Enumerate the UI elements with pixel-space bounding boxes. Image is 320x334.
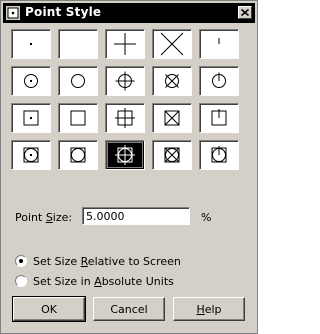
point-style-square-plus[interactable] [105, 103, 145, 133]
point-style-x[interactable] [152, 29, 192, 59]
point-style-square-circle-x[interactable] [152, 140, 192, 170]
circle-icon [71, 74, 85, 88]
point-size-row: Point Size: % [15, 206, 245, 228]
point-style-square-tick[interactable] [199, 103, 239, 133]
point-style-square-circle-dot[interactable] [11, 140, 51, 170]
point-style-square-x[interactable] [152, 103, 192, 133]
close-button[interactable] [238, 6, 252, 19]
circle-dot-icon [24, 74, 38, 88]
point-style-circle[interactable] [58, 66, 98, 96]
square-tick-icon [211, 109, 227, 126]
close-x-icon [241, 9, 249, 16]
point-style-square[interactable] [58, 103, 98, 133]
point-style-circle-plus[interactable] [105, 66, 145, 96]
tick-icon [218, 38, 220, 44]
radio-absolute-units[interactable]: Set Size in Absolute Units [15, 274, 235, 290]
dot-icon [30, 43, 32, 45]
radio-relative-to-screen[interactable]: Set Size Relative to Screen [15, 254, 235, 270]
point-style-square-circle-tick[interactable] [199, 140, 239, 170]
plus-icon [114, 33, 136, 55]
ok-button[interactable]: OK [12, 296, 86, 322]
point-size-label: Point Size: [15, 211, 73, 224]
circle-x-icon [165, 74, 179, 88]
point-style-none[interactable] [58, 29, 98, 59]
window-title: Point Style [25, 5, 102, 19]
square-circle-tick-icon [211, 146, 227, 163]
point-style-app-icon [6, 6, 20, 20]
x-icon [160, 32, 184, 56]
point-size-input[interactable] [82, 207, 190, 225]
circle-tick-icon [212, 72, 226, 88]
point-style-square-circle[interactable] [58, 140, 98, 170]
title-bar[interactable]: Point Style [3, 3, 255, 23]
point-style-square-dot[interactable] [11, 103, 51, 133]
square-circle-dot-icon [23, 147, 39, 163]
radio-relative-label: Set Size Relative to Screen [33, 255, 181, 268]
point-style-tick[interactable] [199, 29, 239, 59]
point-size-unit: % [201, 211, 212, 224]
square-dot-icon [23, 110, 39, 126]
square-circle-plus-icon [107, 142, 143, 168]
point-style-dot[interactable] [11, 29, 51, 59]
square-x-icon [164, 110, 180, 126]
point-style-plus[interactable] [105, 29, 145, 59]
point-style-circle-dot[interactable] [11, 66, 51, 96]
point-style-circle-tick[interactable] [199, 66, 239, 96]
point-style-dialog: Point Style Point Size: % Set Size Relat… [0, 0, 258, 334]
radio-button[interactable] [15, 255, 27, 267]
point-style-circle-x[interactable] [152, 66, 192, 96]
square-circle-x-icon [164, 147, 180, 163]
help-button[interactable]: Help [173, 297, 245, 321]
cancel-button[interactable]: Cancel [93, 297, 165, 321]
square-plus-icon [115, 108, 135, 128]
none-icon [59, 30, 97, 58]
radio-selected-dot [19, 259, 23, 263]
square-icon [70, 110, 86, 126]
radio-absolute-label: Set Size in Absolute Units [33, 275, 174, 288]
radio-button[interactable] [15, 275, 27, 287]
circle-plus-icon [115, 71, 135, 91]
point-style-square-circle-plus[interactable] [105, 140, 145, 170]
square-circle-icon [70, 147, 86, 163]
